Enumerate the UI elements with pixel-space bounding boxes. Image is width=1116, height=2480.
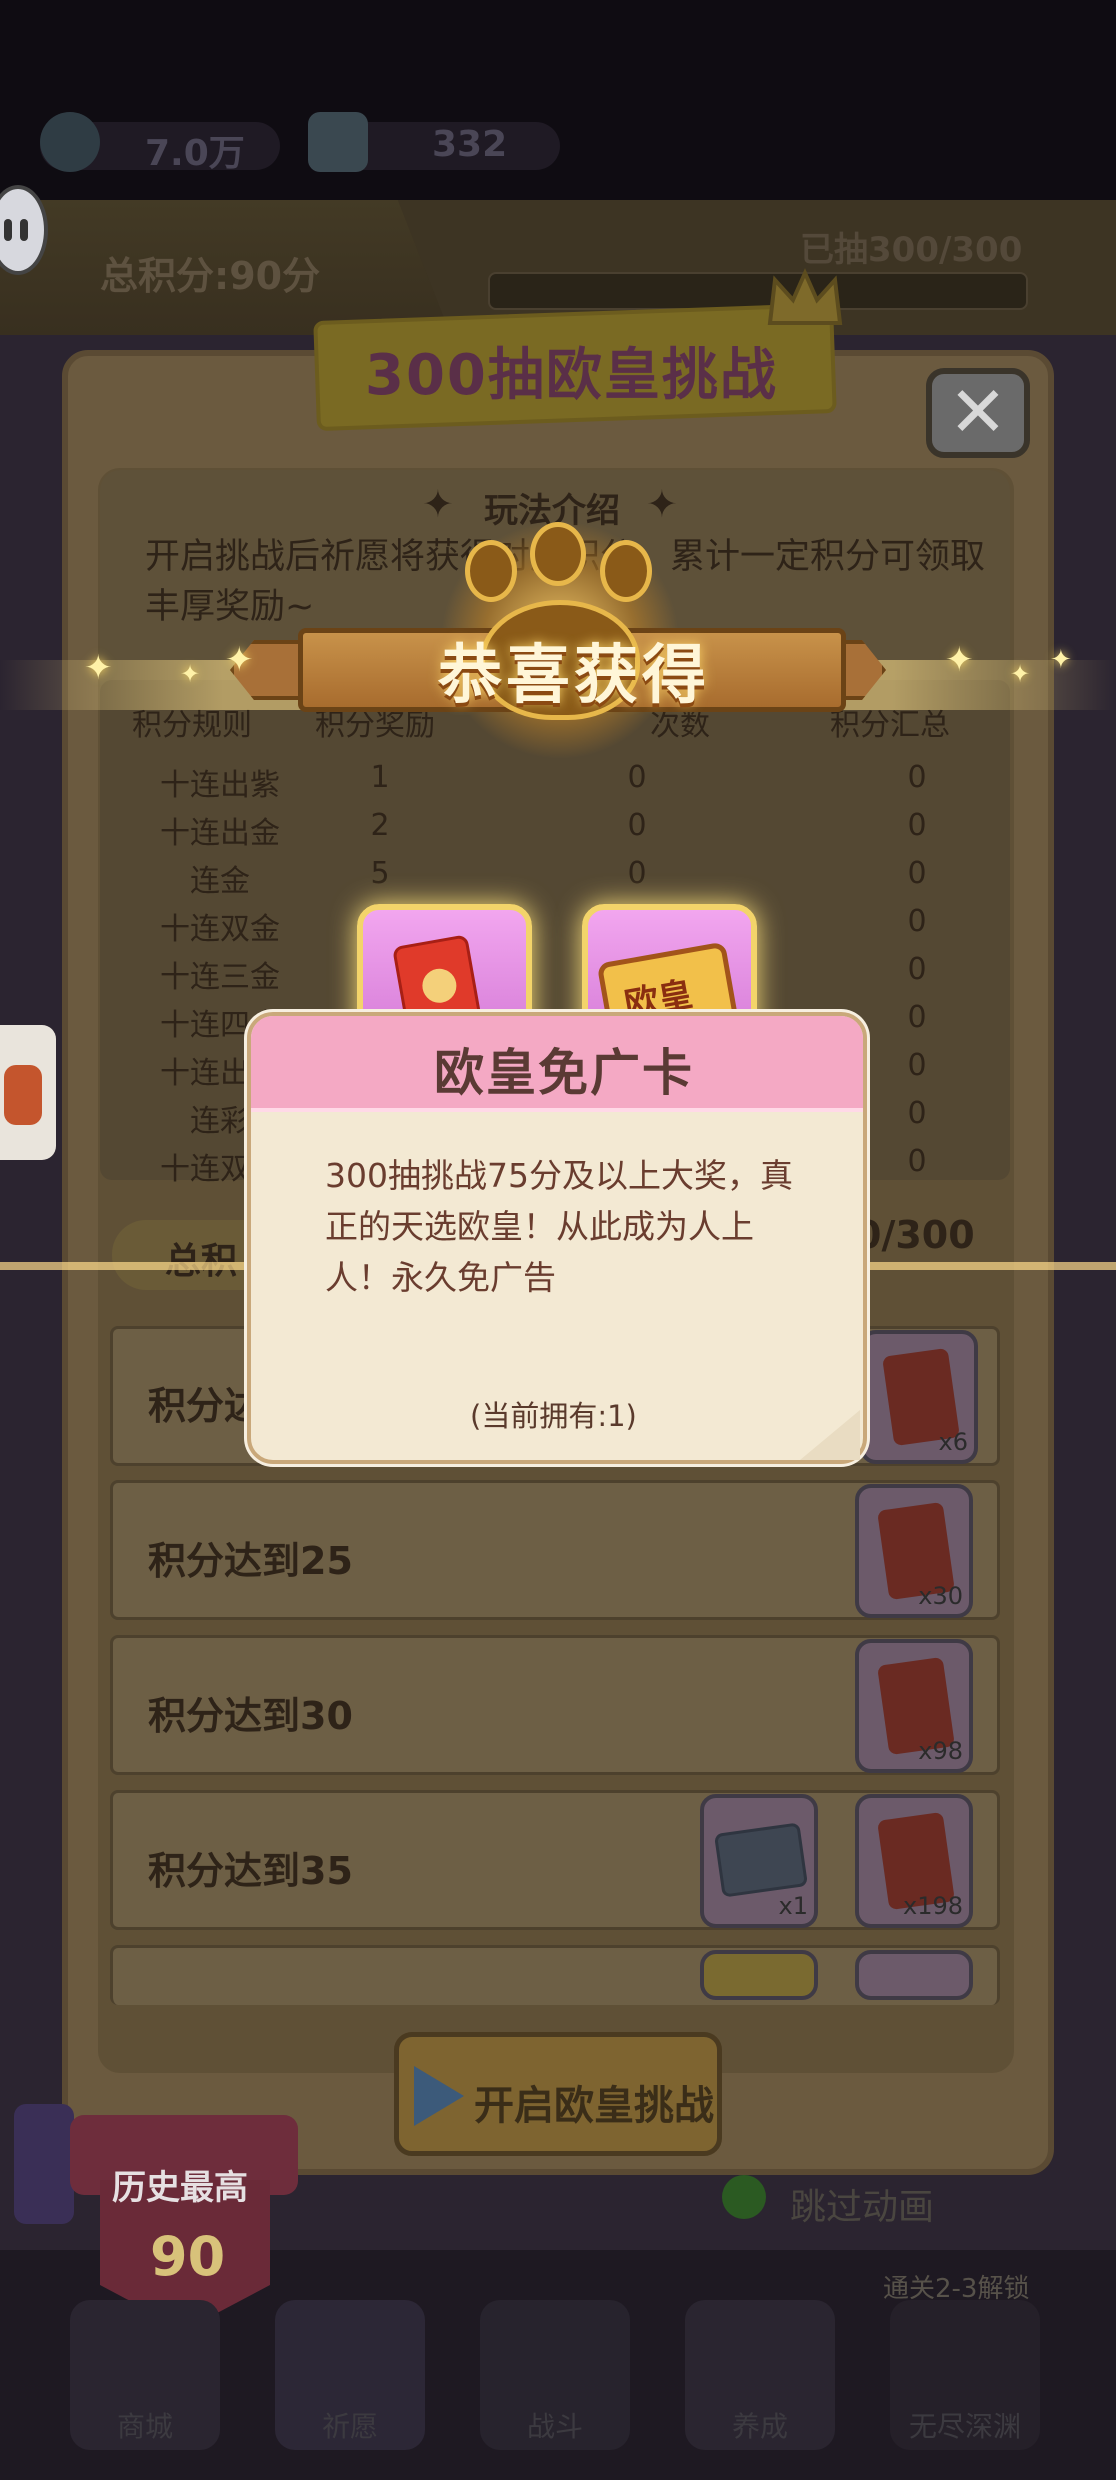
dialog-title: 300抽欧皇挑战: [365, 343, 778, 408]
history-value: 90: [150, 2225, 226, 2288]
rule-sum: 0: [907, 1096, 927, 1131]
nav-battle-label: 战斗: [526, 2410, 583, 2443]
rule-points: 1: [370, 760, 390, 795]
red-envelope-item[interactable]: [855, 1950, 973, 2000]
reward-label: 积分达到30: [148, 1694, 353, 1738]
sparkle-icon: ✦: [180, 660, 201, 688]
skip-animation-label: 跳过动画: [790, 2187, 935, 2228]
sparkle-icon: ✦: [945, 640, 974, 680]
item-count: x198: [902, 1892, 963, 1920]
ticket-item[interactable]: [700, 1950, 818, 2000]
sparkle-icon: ✦: [1050, 645, 1072, 675]
rule-sum: 0: [907, 904, 927, 939]
reward-label: 积分达: [148, 1384, 263, 1428]
star-icon: ✦: [646, 482, 678, 526]
pause-icon: [4, 219, 12, 241]
side-badge: [14, 2104, 74, 2224]
popup-title: 欧皇免广卡: [434, 1044, 694, 1102]
nav-wish-label: 祈愿: [321, 2410, 378, 2443]
owned-count: (当前拥有:1): [470, 1399, 637, 1433]
play-icon: [414, 2066, 464, 2126]
item-count: x30: [918, 1582, 963, 1610]
crown-icon: [767, 268, 843, 325]
coin-amount: 7.0万: [145, 133, 245, 174]
popup-description: 300抽挑战75分及以上大奖，真正的天选欧皇！从此成为人上人！永久免广告: [325, 1156, 793, 1297]
rule-sum: 0: [907, 952, 927, 987]
rule-points: 5: [370, 856, 390, 891]
rule-sum: 0: [907, 856, 927, 891]
item-count: x6: [938, 1428, 968, 1456]
rule-name: 十连出紫: [160, 768, 280, 803]
rule-sum: 0: [907, 1048, 927, 1083]
red-envelope-item[interactable]: x30: [855, 1484, 973, 1618]
total-label: 总积: [165, 1232, 237, 1284]
star-icon: ✦: [422, 482, 454, 526]
rule-name: 十连出金: [160, 816, 280, 851]
rule-sum: 0: [907, 760, 927, 795]
paw-toe-icon: [465, 540, 517, 602]
nav-abyss-label: 无尽深渊: [908, 2410, 1021, 2443]
history-label: 历史最高: [112, 2168, 248, 2208]
item-count: x1: [778, 1892, 808, 1920]
rule-sum: 0: [907, 1144, 927, 1179]
paw-toe-icon: [600, 540, 652, 602]
rule-sum: 0: [907, 808, 927, 843]
red-envelope-item[interactable]: x98: [855, 1639, 973, 1773]
coin-icon: [40, 112, 100, 172]
rule-count: 0: [627, 760, 647, 795]
close-button[interactable]: ✕: [926, 368, 1030, 458]
start-challenge-label: 开启欧皇挑战: [474, 2083, 714, 2129]
sparkle-icon: ✦: [1010, 660, 1031, 688]
rule-points: 2: [370, 808, 390, 843]
paw-toe-icon: [530, 522, 586, 586]
ticket-item[interactable]: x1: [700, 1794, 818, 1928]
rule-name: 十连三金: [160, 960, 280, 995]
item-count: x98: [918, 1737, 963, 1765]
total-progress: 0/300: [855, 1213, 975, 1257]
red-envelope-item[interactable]: x198: [855, 1794, 973, 1928]
gem-icon: [308, 112, 368, 172]
rule-count: 0: [627, 856, 647, 891]
nav-develop-label: 养成: [731, 2410, 788, 2443]
rule-name: 连金: [190, 864, 250, 899]
sparkle-icon: ✦: [225, 640, 254, 680]
red-envelope-item[interactable]: x6: [860, 1330, 978, 1464]
rule-sum: 0: [907, 1000, 927, 1035]
nav-shop-label: 商城: [116, 2410, 173, 2443]
ticket-icon: [713, 1822, 809, 1898]
rule-name: 十连双金: [160, 912, 280, 947]
rule-count: 0: [627, 808, 647, 843]
draw-progress-bar: [488, 272, 1028, 310]
reward-label: 积分达到35: [148, 1849, 353, 1893]
skip-animation-checkbox[interactable]: [722, 2175, 766, 2219]
draw-count: 已抽300/300: [800, 230, 1023, 270]
congrats-text: 恭喜获得: [438, 639, 710, 713]
reward-label: 积分达到25: [148, 1539, 353, 1583]
event-icon: [4, 1065, 42, 1125]
total-score: 总积分:90分: [100, 254, 321, 298]
side-event-button[interactable]: [0, 1025, 56, 1160]
sparkle-icon: ✦: [84, 648, 113, 688]
gem-amount: 332: [432, 124, 508, 165]
